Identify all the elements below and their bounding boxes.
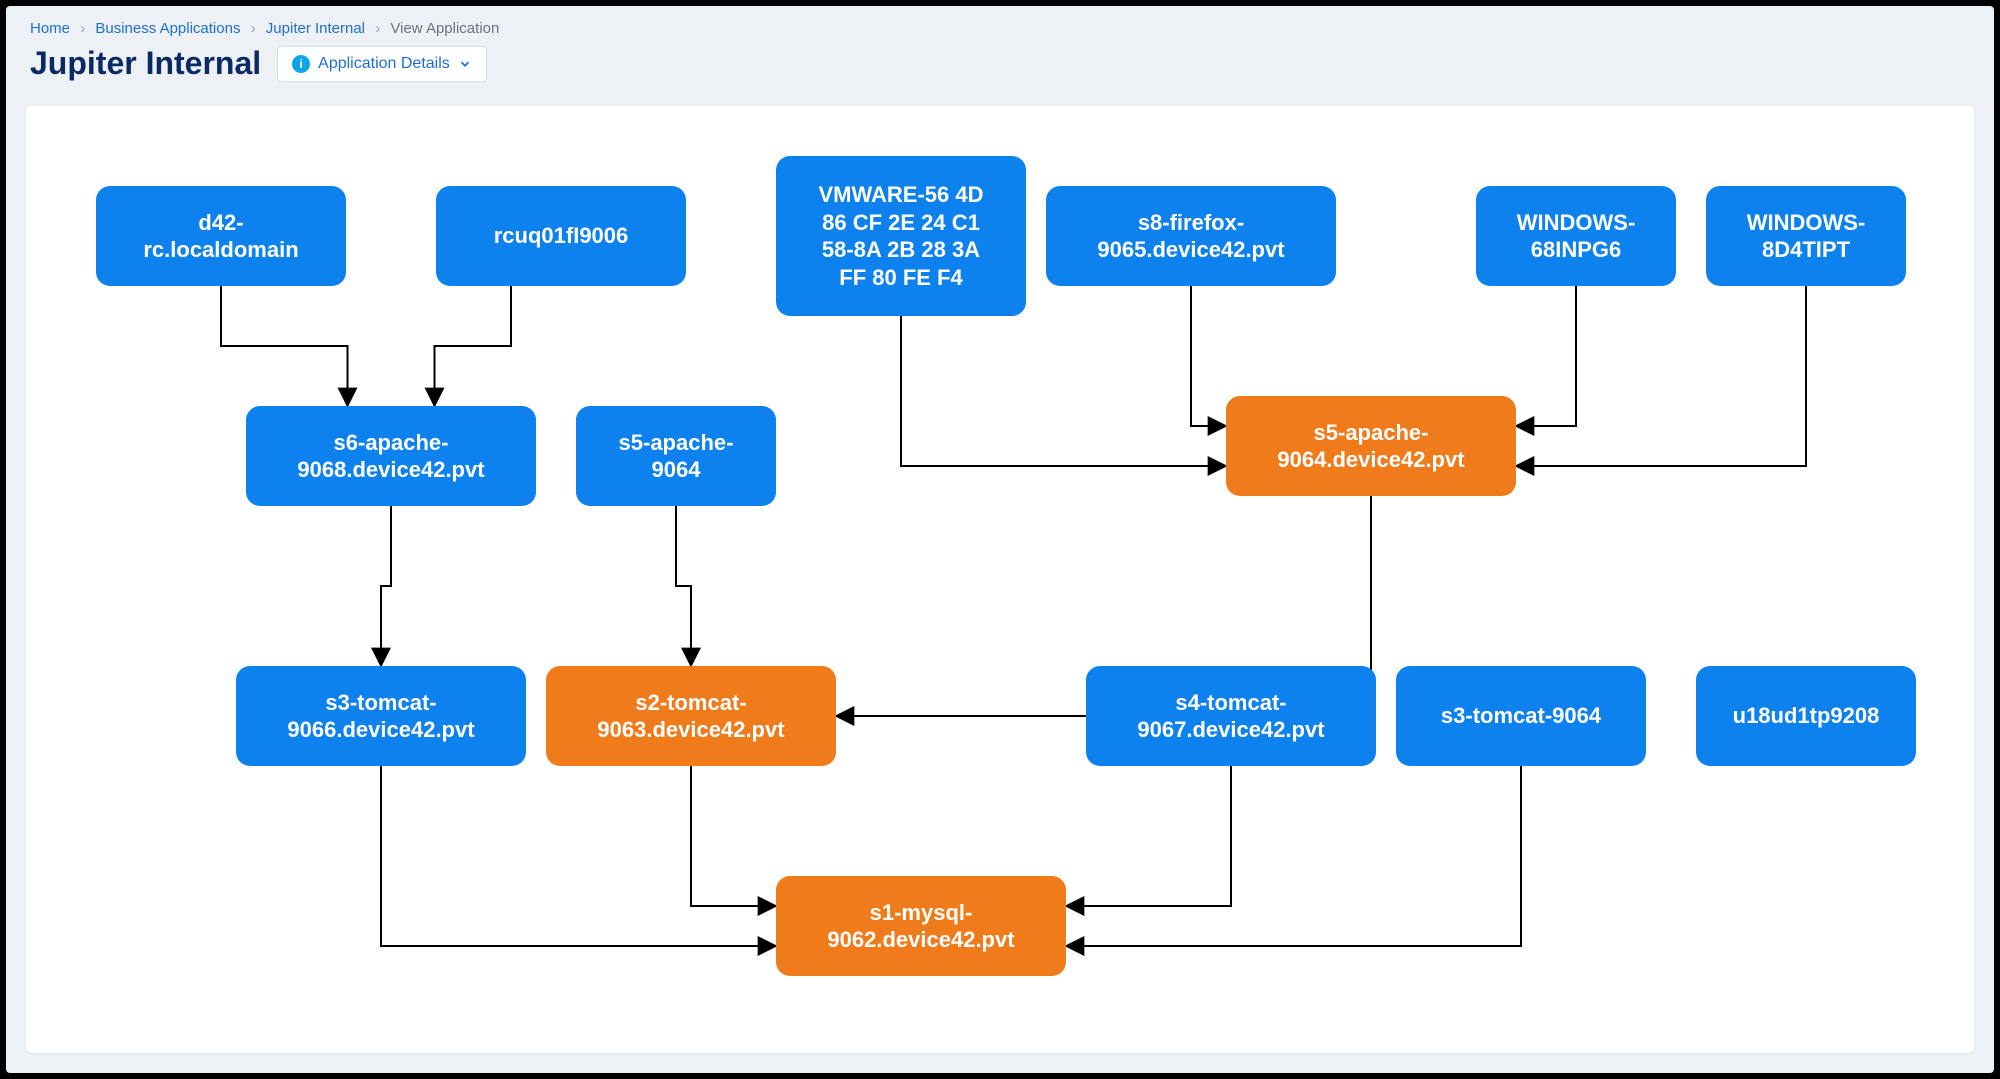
breadcrumb-sep: › bbox=[80, 20, 85, 37]
breadcrumb-current: View Application bbox=[390, 20, 499, 37]
node-s8fx[interactable]: s8-firefox- 9065.device42.pvt bbox=[1046, 186, 1336, 286]
breadcrumb-sep: › bbox=[375, 20, 380, 37]
application-details-button[interactable]: i Application Details bbox=[277, 46, 487, 82]
node-vmware[interactable]: VMWARE-56 4D 86 CF 2E 24 C1 58-8A 2B 28 … bbox=[776, 156, 1026, 316]
chevron-down-icon bbox=[458, 57, 472, 71]
node-rcuq[interactable]: rcuq01fI9006 bbox=[436, 186, 686, 286]
node-win8d[interactable]: WINDOWS- 8D4TIPT bbox=[1706, 186, 1906, 286]
node-s4tc[interactable]: s4-tomcat- 9067.device42.pvt bbox=[1086, 666, 1376, 766]
topology-canvas[interactable]: d42- rc.localdomain rcuq01fI9006 VMWARE-56… bbox=[26, 106, 1974, 1053]
node-s5ap2[interactable]: s5-apache- 9064.device42.pvt bbox=[1226, 396, 1516, 496]
edge-s3tc2-to-s1my bbox=[1066, 766, 1521, 946]
edge-s3tc1-to-s1my bbox=[381, 766, 776, 946]
breadcrumb-home[interactable]: Home bbox=[30, 20, 70, 37]
edge-s2tc-to-s1my bbox=[691, 766, 776, 906]
edge-s4tc-to-s1my bbox=[1066, 766, 1231, 906]
node-s5ap1[interactable]: s5-apache- 9064 bbox=[576, 406, 776, 506]
info-icon: i bbox=[292, 55, 310, 73]
application-details-label: Application Details bbox=[318, 55, 450, 73]
edge-d42rc-to-s6ap bbox=[221, 286, 348, 406]
node-win68[interactable]: WINDOWS- 68INPG6 bbox=[1476, 186, 1676, 286]
edge-vmware-to-s5ap2 bbox=[901, 316, 1226, 466]
node-s6ap[interactable]: s6-apache- 9068.device42.pvt bbox=[246, 406, 536, 506]
page-title: Jupiter Internal bbox=[30, 45, 261, 82]
node-u18[interactable]: u18ud1tp9208 bbox=[1696, 666, 1916, 766]
node-s2tc[interactable]: s2-tomcat- 9063.device42.pvt bbox=[546, 666, 836, 766]
edge-win68-to-s5ap2 bbox=[1516, 286, 1576, 426]
edge-rcuq-to-s6ap bbox=[435, 286, 512, 406]
breadcrumb-sep: › bbox=[251, 20, 256, 37]
node-s1my[interactable]: s1-mysql- 9062.device42.pvt bbox=[776, 876, 1066, 976]
breadcrumb-business-apps[interactable]: Business Applications bbox=[95, 20, 240, 37]
node-s3tc2[interactable]: s3-tomcat-9064 bbox=[1396, 666, 1646, 766]
edge-s6ap-to-s3tc1 bbox=[381, 506, 391, 666]
edge-s5ap1-to-s2tc bbox=[676, 506, 691, 666]
topology-canvas-panel: d42- rc.localdomain rcuq01fI9006 VMWARE-56… bbox=[26, 106, 1974, 1053]
edge-win8d-to-s5ap2 bbox=[1516, 286, 1806, 466]
edge-s8fx-to-s5ap2 bbox=[1191, 286, 1226, 426]
breadcrumb: Home › Business Applications › Jupiter I… bbox=[6, 6, 1994, 45]
node-s3tc1[interactable]: s3-tomcat- 9066.device42.pvt bbox=[236, 666, 526, 766]
node-d42rc[interactable]: d42- rc.localdomain bbox=[96, 186, 346, 286]
breadcrumb-jupiter-internal[interactable]: Jupiter Internal bbox=[266, 20, 365, 37]
header: Jupiter Internal i Application Details bbox=[6, 45, 1994, 98]
